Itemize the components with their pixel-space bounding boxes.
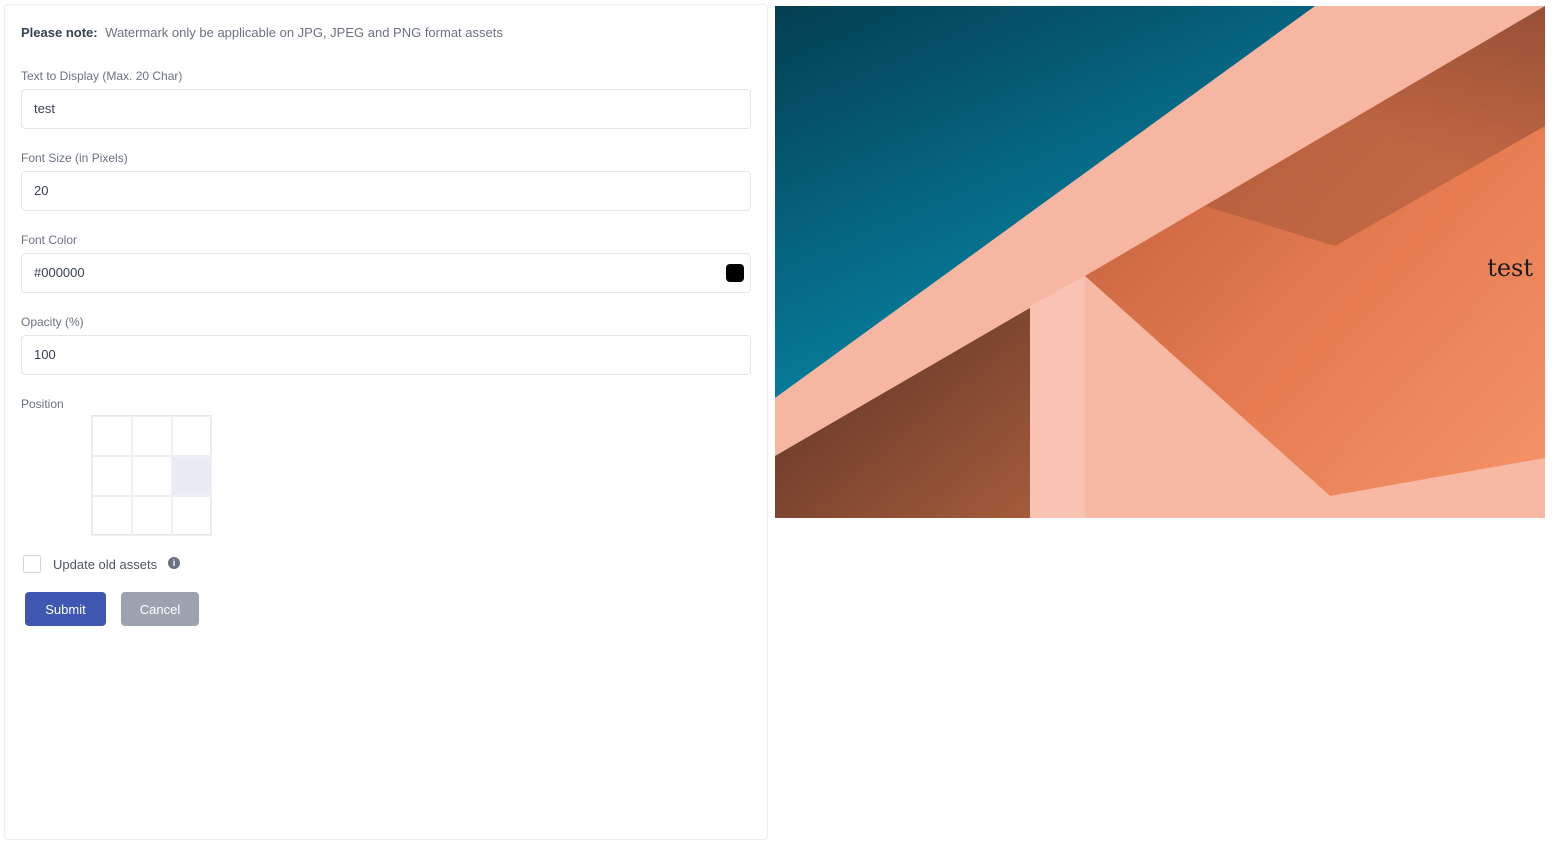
position-bottom-right[interactable]: [172, 496, 212, 536]
font-color-value: #000000: [34, 265, 85, 280]
architecture-photo: [775, 6, 1545, 518]
format-note: Please note: Watermark only be applicabl…: [21, 25, 503, 40]
opacity-label: Opacity (%): [21, 315, 84, 329]
update-old-assets-label: Update old assets: [53, 557, 158, 572]
font-color-input[interactable]: #000000: [21, 253, 751, 293]
font-color-label: Font Color: [21, 233, 78, 247]
position-label: Position: [21, 397, 64, 411]
watermark-settings-panel: Please note: Watermark only be applicabl…: [4, 4, 768, 840]
position-top-left[interactable]: [92, 416, 132, 456]
position-middle-left[interactable]: [92, 456, 132, 496]
position-grid: [91, 415, 212, 536]
font-size-label: Font Size (in Pixels): [21, 151, 128, 165]
position-middle-center[interactable]: [132, 456, 172, 496]
watermark-preview-image: test: [775, 6, 1545, 518]
watermark-text: test: [1487, 254, 1533, 282]
position-bottom-left[interactable]: [92, 496, 132, 536]
position-top-center[interactable]: [132, 416, 172, 456]
cancel-button[interactable]: Cancel: [121, 592, 199, 626]
position-bottom-center[interactable]: [132, 496, 172, 536]
note-heading: Please note:: [21, 25, 98, 40]
text-label: Text to Display (Max. 20 Char): [21, 69, 183, 83]
color-swatch[interactable]: [726, 264, 744, 282]
update-old-assets-checkbox[interactable]: [23, 555, 41, 573]
submit-button[interactable]: Submit: [25, 592, 106, 626]
position-top-right[interactable]: [172, 416, 212, 456]
opacity-input[interactable]: 100: [21, 335, 751, 375]
text-input[interactable]: test: [21, 89, 751, 129]
font-size-input[interactable]: 20: [21, 171, 751, 211]
note-text: Watermark only be applicable on JPG, JPE…: [105, 25, 503, 40]
position-middle-right[interactable]: [172, 456, 212, 496]
info-icon[interactable]: i: [168, 557, 180, 569]
